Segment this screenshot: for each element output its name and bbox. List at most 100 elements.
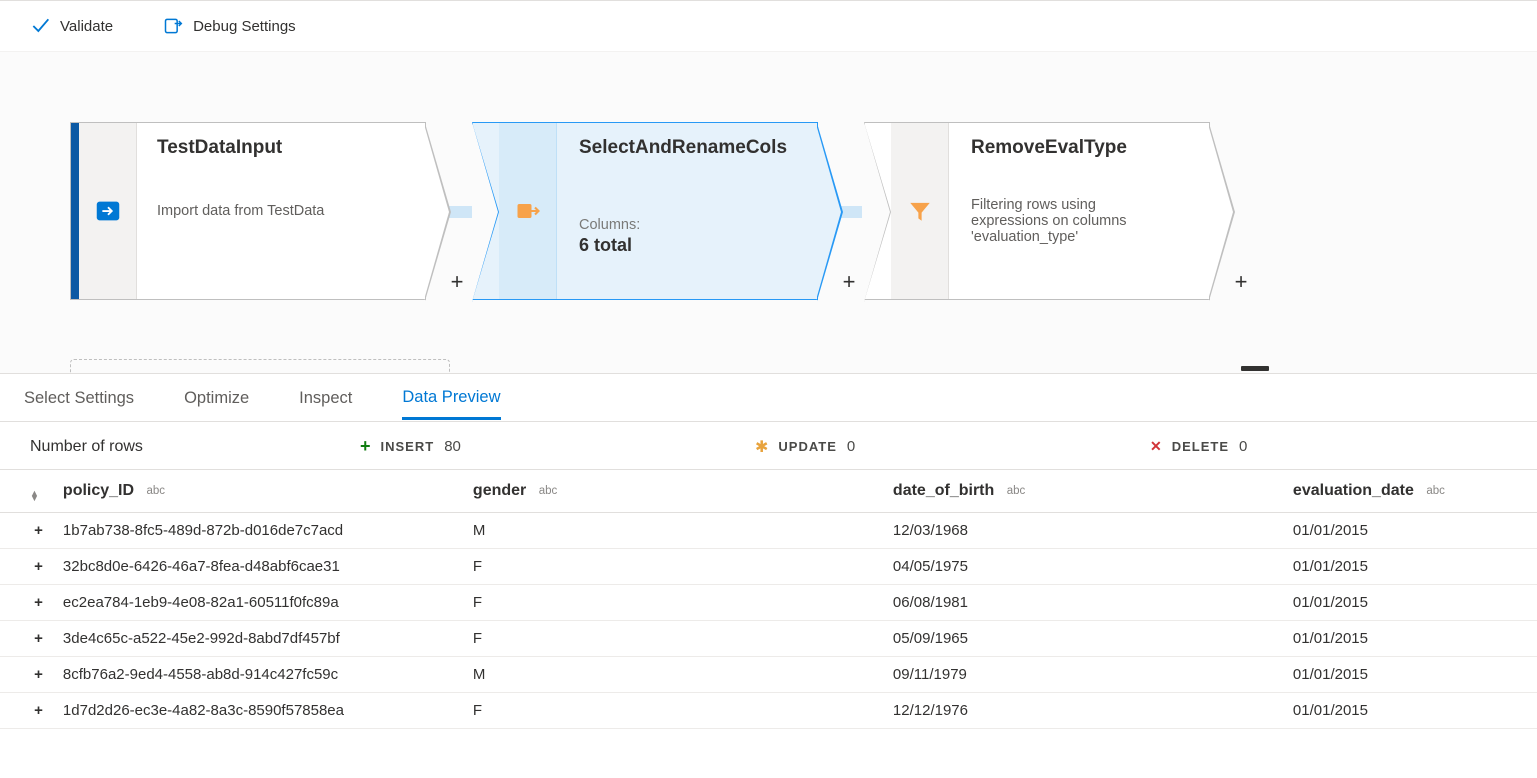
flow-node-source[interactable]: TestDataInput Import data from TestData … xyxy=(70,122,426,300)
cell-evaluation-date: 01/01/2015 xyxy=(1285,693,1537,729)
node-sub-label: Columns: xyxy=(579,217,640,233)
sort-icon: ▲▼ xyxy=(30,491,39,501)
cell-evaluation-date: 01/01/2015 xyxy=(1285,657,1537,693)
validate-label: Validate xyxy=(60,18,113,35)
stat-insert-label: INSERT xyxy=(381,439,435,454)
add-node-button[interactable]: + xyxy=(1229,271,1253,295)
add-node-button[interactable]: + xyxy=(445,271,469,295)
stat-delete-value: 0 xyxy=(1239,438,1247,455)
debug-settings-button[interactable]: Debug Settings xyxy=(163,16,296,36)
table-row[interactable]: +1b7ab738-8fc5-489d-872b-d016de7c7acdM12… xyxy=(0,513,1537,549)
table-row[interactable]: +8cfb76a2-9ed4-4558-ab8d-914c427fc59cM09… xyxy=(0,657,1537,693)
cell-gender: F xyxy=(465,621,885,657)
tab-data-preview[interactable]: Data Preview xyxy=(402,388,500,420)
column-header-label: date_of_birth xyxy=(893,482,994,499)
tab-select-settings[interactable]: Select Settings xyxy=(24,389,134,418)
node-notch xyxy=(472,122,498,302)
debug-settings-icon xyxy=(163,16,183,36)
cell-gender: M xyxy=(465,513,885,549)
node-accent-stripe xyxy=(71,123,79,299)
cell-evaluation-date: 01/01/2015 xyxy=(1285,549,1537,585)
cell-date-of-birth: 05/09/1965 xyxy=(885,621,1285,657)
cell-policy-id: 1b7ab738-8fc5-489d-872b-d016de7c7acd xyxy=(55,513,465,549)
cell-gender: M xyxy=(465,657,885,693)
delete-icon: ✕ xyxy=(1150,438,1162,455)
column-type-badge: abc xyxy=(147,485,166,497)
source-icon xyxy=(93,196,123,226)
table-header-row: ▲▼ policy_ID abc gender abc date_of_birt… xyxy=(0,470,1537,513)
tab-optimize[interactable]: Optimize xyxy=(184,389,249,418)
cell-evaluation-date: 01/01/2015 xyxy=(1285,585,1537,621)
row-insert-indicator: + xyxy=(0,657,55,693)
cell-date-of-birth: 12/12/1976 xyxy=(885,693,1285,729)
stat-update-label: UPDATE xyxy=(778,439,836,454)
check-icon xyxy=(30,16,50,36)
stat-delete: ✕ DELETE 0 xyxy=(1150,438,1247,455)
column-header-gender[interactable]: gender abc xyxy=(465,470,885,513)
cell-gender: F xyxy=(465,585,885,621)
column-type-badge: abc xyxy=(539,485,558,497)
column-type-badge: abc xyxy=(1007,485,1026,497)
flow-node-filter[interactable]: RemoveEvalType Filtering rows using expr… xyxy=(864,122,1210,300)
row-insert-indicator: + xyxy=(0,621,55,657)
cell-date-of-birth: 12/03/1968 xyxy=(885,513,1285,549)
row-insert-indicator: + xyxy=(0,513,55,549)
table-row[interactable]: +3de4c65c-a522-45e2-992d-8abd7df457bfF05… xyxy=(0,621,1537,657)
node-description: Filtering rows using expressions on colu… xyxy=(971,197,1171,245)
row-insert-indicator: + xyxy=(0,549,55,585)
stat-insert-value: 80 xyxy=(444,438,461,455)
column-header-label: policy_ID xyxy=(63,482,134,499)
table-row[interactable]: +1d7d2d26-ec3e-4a82-8a3c-8590f57858eaF12… xyxy=(0,693,1537,729)
node-icon-column xyxy=(79,123,137,299)
tab-inspect[interactable]: Inspect xyxy=(299,389,352,418)
node-title: SelectAndRenameCols xyxy=(579,137,787,159)
column-header-label: evaluation_date xyxy=(1293,482,1414,499)
flow-row: TestDataInput Import data from TestData … xyxy=(70,122,1210,300)
data-preview-table: ▲▼ policy_ID abc gender abc date_of_birt… xyxy=(0,469,1537,729)
cell-gender: F xyxy=(465,693,885,729)
table-row[interactable]: +ec2ea784-1eb9-4e08-82a1-60511f0fc89aF06… xyxy=(0,585,1537,621)
node-icon-column xyxy=(499,123,557,299)
plus-icon: + xyxy=(360,436,371,457)
cell-gender: F xyxy=(465,549,885,585)
column-header-policy-id[interactable]: policy_ID abc xyxy=(55,470,465,513)
row-insert-indicator: + xyxy=(0,693,55,729)
flow-canvas[interactable]: TestDataInput Import data from TestData … xyxy=(0,52,1537,374)
flow-node-select[interactable]: SelectAndRenameCols Columns: 6 total + xyxy=(472,122,818,300)
star-icon: ✱ xyxy=(755,437,768,457)
add-node-button[interactable]: + xyxy=(837,271,861,295)
column-header-label: gender xyxy=(473,482,526,499)
node-icon-column xyxy=(891,123,949,299)
node-placeholder[interactable] xyxy=(70,359,450,374)
column-sort[interactable]: ▲▼ xyxy=(0,470,55,513)
stats-row: Number of rows + INSERT 80 ✱ UPDATE 0 ✕ … xyxy=(0,422,1537,469)
column-header-date-of-birth[interactable]: date_of_birth abc xyxy=(885,470,1285,513)
cell-policy-id: 8cfb76a2-9ed4-4558-ab8d-914c427fc59c xyxy=(55,657,465,693)
stat-delete-label: DELETE xyxy=(1172,439,1229,454)
column-type-badge: abc xyxy=(1426,485,1445,497)
cell-date-of-birth: 09/11/1979 xyxy=(885,657,1285,693)
cell-policy-id: 3de4c65c-a522-45e2-992d-8abd7df457bf xyxy=(55,621,465,657)
stat-update: ✱ UPDATE 0 xyxy=(755,437,1150,457)
stat-update-value: 0 xyxy=(847,438,855,455)
row-insert-indicator: + xyxy=(0,585,55,621)
filter-icon xyxy=(907,198,933,224)
node-description: Import data from TestData xyxy=(157,203,324,219)
cell-evaluation-date: 01/01/2015 xyxy=(1285,513,1537,549)
cell-policy-id: 1d7d2d26-ec3e-4a82-8a3c-8590f57858ea xyxy=(55,693,465,729)
panel-resize-grip[interactable] xyxy=(1241,366,1269,371)
select-columns-icon xyxy=(514,197,542,225)
node-title: RemoveEvalType xyxy=(971,137,1171,159)
panel-tabs: Select Settings Optimize Inspect Data Pr… xyxy=(0,374,1537,422)
table-body: +1b7ab738-8fc5-489d-872b-d016de7c7acdM12… xyxy=(0,513,1537,729)
node-notch xyxy=(864,122,890,302)
cell-date-of-birth: 04/05/1975 xyxy=(885,549,1285,585)
cell-evaluation-date: 01/01/2015 xyxy=(1285,621,1537,657)
column-header-evaluation-date[interactable]: evaluation_date abc xyxy=(1285,470,1537,513)
cell-policy-id: 32bc8d0e-6426-46a7-8fea-d48abf6cae31 xyxy=(55,549,465,585)
stat-insert: + INSERT 80 xyxy=(360,436,755,457)
debug-settings-label: Debug Settings xyxy=(193,18,296,35)
top-toolbar: Validate Debug Settings xyxy=(0,0,1537,52)
validate-button[interactable]: Validate xyxy=(30,16,113,36)
table-row[interactable]: +32bc8d0e-6426-46a7-8fea-d48abf6cae31F04… xyxy=(0,549,1537,585)
